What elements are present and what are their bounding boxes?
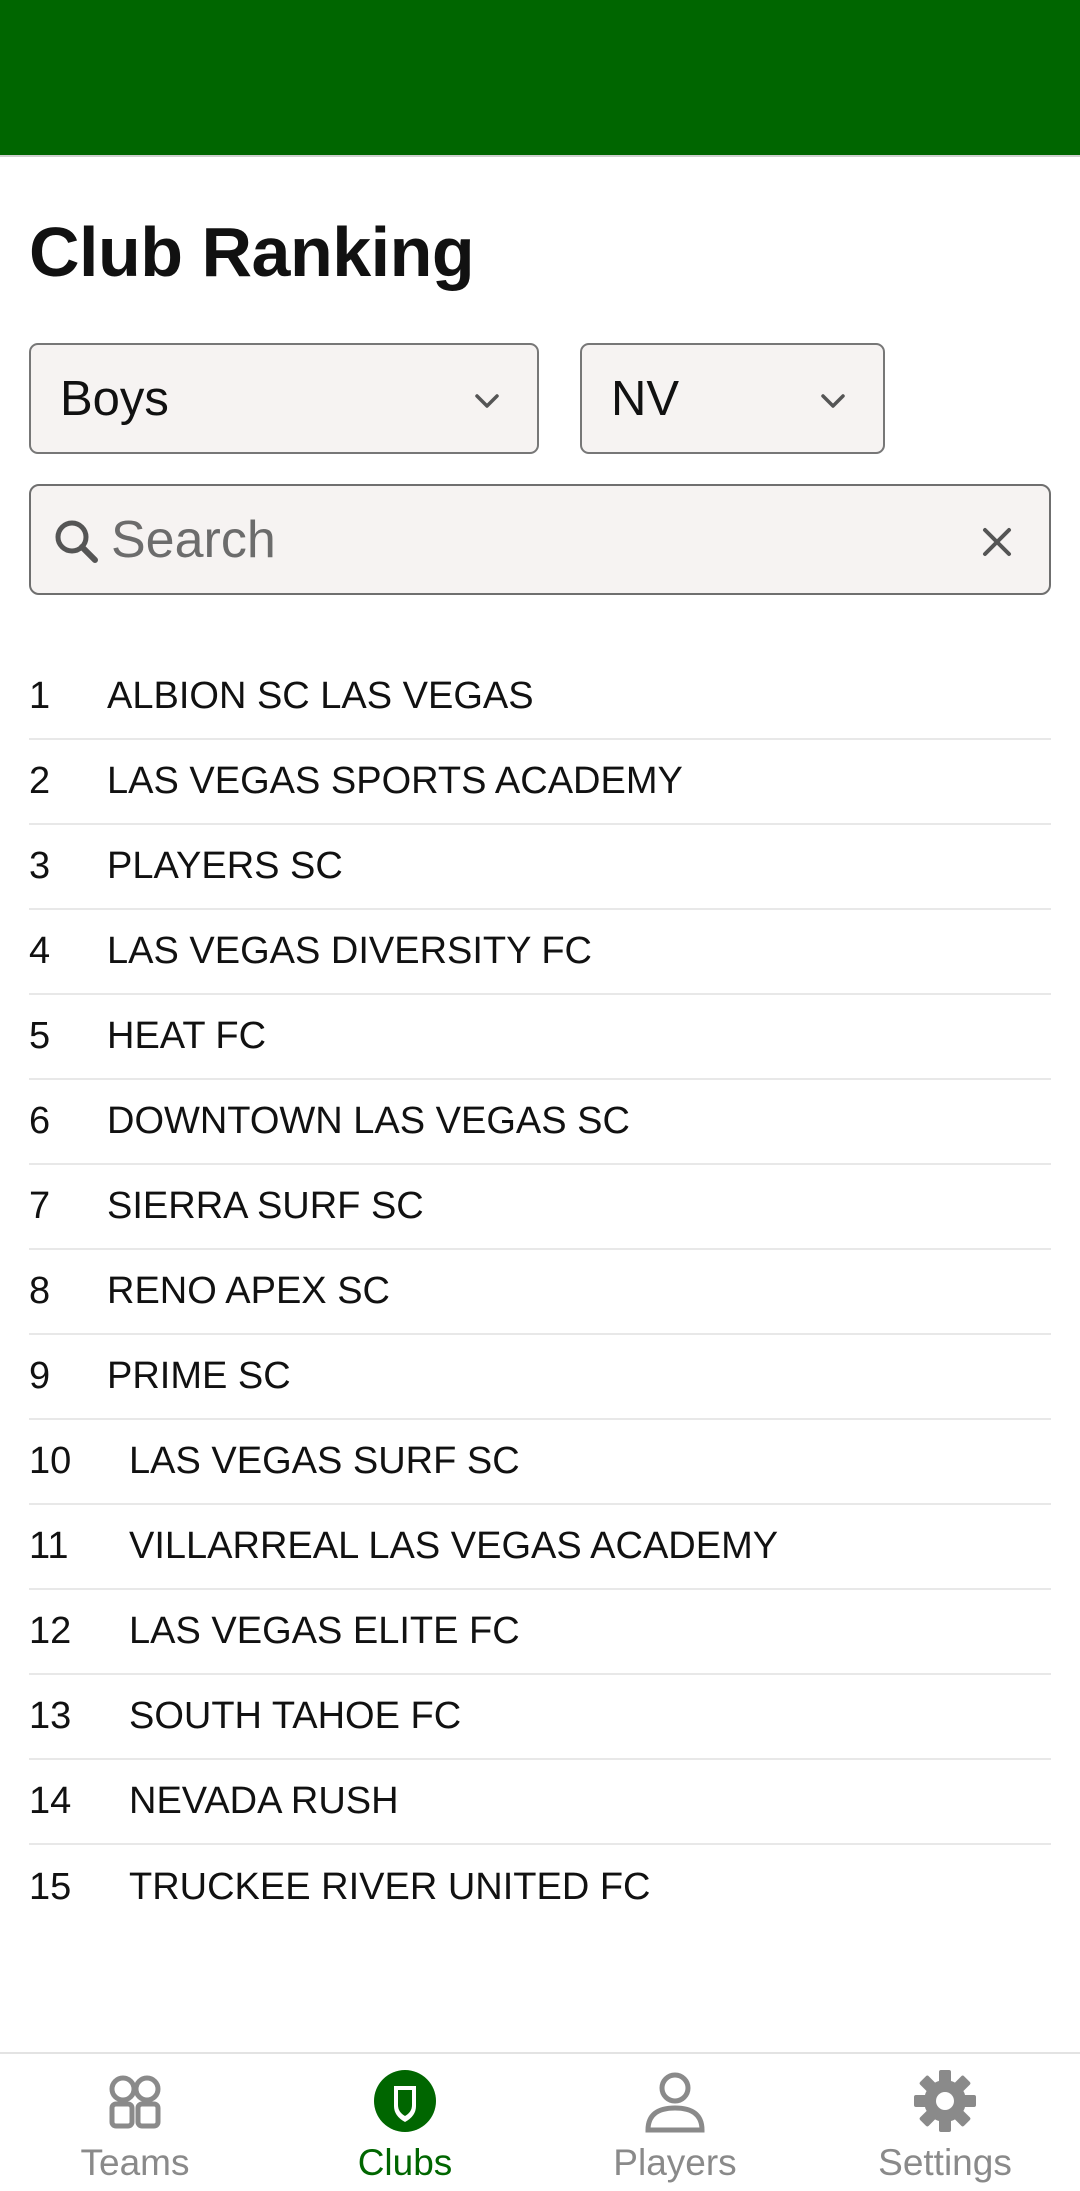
club-name: ALBION SC LAS VEGAS bbox=[107, 675, 534, 717]
rank-number: 6 bbox=[29, 1100, 51, 1142]
ranking-row[interactable]: 11 VILLARREAL LAS VEGAS ACADEMY bbox=[29, 1505, 1051, 1590]
club-name: LAS VEGAS DIVERSITY FC bbox=[107, 930, 593, 972]
state-select-value: NV bbox=[611, 371, 680, 426]
rank-number: 12 bbox=[29, 1610, 72, 1652]
club-name: HEAT FC bbox=[107, 1015, 267, 1057]
teams-icon bbox=[109, 2075, 161, 2129]
state-select[interactable]: NV bbox=[580, 343, 885, 454]
rank-number: 3 bbox=[29, 845, 51, 887]
rank-number: 10 bbox=[29, 1440, 72, 1482]
nav-label-teams: Teams bbox=[80, 2142, 190, 2183]
club-name: LAS VEGAS SPORTS ACADEMY bbox=[107, 760, 683, 802]
ranking-row[interactable]: 10 LAS VEGAS SURF SC bbox=[29, 1420, 1051, 1505]
rank-number: 8 bbox=[29, 1270, 51, 1312]
rank-number: 14 bbox=[29, 1780, 72, 1822]
club-name: SOUTH TAHOE FC bbox=[129, 1695, 462, 1737]
rank-number: 1 bbox=[29, 675, 51, 717]
club-name: SIERRA SURF SC bbox=[107, 1185, 424, 1227]
ranking-row[interactable]: 12 LAS VEGAS ELITE FC bbox=[29, 1590, 1051, 1675]
ranking-row[interactable]: 1 ALBION SC LAS VEGAS bbox=[29, 655, 1051, 740]
player-icon bbox=[645, 2072, 705, 2133]
rank-number: 11 bbox=[29, 1525, 69, 1567]
nav-label-clubs: Clubs bbox=[357, 2142, 453, 2183]
nav-tab-players[interactable]: Players bbox=[540, 2054, 810, 2191]
rank-number: 5 bbox=[29, 1015, 51, 1057]
nav-label-settings: Settings bbox=[878, 2142, 1012, 2183]
ranking-row[interactable]: 15 TRUCKEE RIVER UNITED FC bbox=[29, 1845, 1051, 1930]
close-icon[interactable] bbox=[977, 522, 1017, 562]
ranking-row[interactable]: 6 DOWNTOWN LAS VEGAS SC bbox=[29, 1080, 1051, 1165]
club-name: DOWNTOWN LAS VEGAS SC bbox=[107, 1100, 630, 1142]
club-name: LAS VEGAS ELITE FC bbox=[129, 1610, 520, 1652]
ranking-row[interactable]: 4 LAS VEGAS DIVERSITY FC bbox=[29, 910, 1051, 995]
rank-number: 9 bbox=[29, 1355, 51, 1397]
ranking-row[interactable]: 2 LAS VEGAS SPORTS ACADEMY bbox=[29, 740, 1051, 825]
gear-icon bbox=[914, 2070, 976, 2132]
search-input[interactable] bbox=[111, 504, 971, 576]
search-icon bbox=[55, 520, 98, 563]
clubs-shield-icon bbox=[374, 2070, 436, 2132]
rank-number: 13 bbox=[29, 1695, 72, 1737]
club-name: PRIME SC bbox=[107, 1355, 291, 1397]
nav-tab-clubs[interactable]: Clubs bbox=[270, 2054, 540, 2191]
chevron-down-icon bbox=[821, 394, 845, 408]
ranking-row[interactable]: 9 PRIME SC bbox=[29, 1335, 1051, 1420]
club-name: LAS VEGAS SURF SC bbox=[129, 1440, 520, 1482]
gender-select-value: Boys bbox=[60, 371, 169, 426]
page-title: Club Ranking bbox=[29, 213, 475, 291]
app-header-bar bbox=[0, 0, 1080, 157]
rank-number: 7 bbox=[29, 1185, 51, 1227]
rank-number: 2 bbox=[29, 760, 51, 802]
club-name: PLAYERS SC bbox=[107, 845, 343, 887]
ranking-row[interactable]: 14 NEVADA RUSH bbox=[29, 1760, 1051, 1845]
nav-tab-teams[interactable]: Teams bbox=[0, 2054, 270, 2191]
club-name: NEVADA RUSH bbox=[129, 1780, 399, 1822]
nav-tab-settings[interactable]: Settings bbox=[810, 2054, 1080, 2191]
club-name: TRUCKEE RIVER UNITED FC bbox=[129, 1866, 651, 1908]
bottom-navigation: Teams Clubs Players Settings bbox=[0, 2052, 1080, 2191]
chevron-down-icon bbox=[475, 394, 499, 408]
club-name: RENO APEX SC bbox=[107, 1270, 390, 1312]
club-ranking-list: 1 ALBION SC LAS VEGAS 2 LAS VEGAS SPORTS… bbox=[29, 655, 1051, 1930]
ranking-row[interactable]: 7 SIERRA SURF SC bbox=[29, 1165, 1051, 1250]
rank-number: 15 bbox=[29, 1866, 72, 1908]
ranking-row[interactable]: 5 HEAT FC bbox=[29, 995, 1051, 1080]
club-ranking-screen: Club Ranking Boys NV 1 ALBION SC LAS VEG… bbox=[0, 0, 1080, 2191]
search-field[interactable] bbox=[29, 484, 1051, 595]
rank-number: 4 bbox=[29, 930, 51, 972]
ranking-row[interactable]: 3 PLAYERS SC bbox=[29, 825, 1051, 910]
nav-label-players: Players bbox=[613, 2142, 737, 2183]
gender-select[interactable]: Boys bbox=[29, 343, 539, 454]
ranking-row[interactable]: 8 RENO APEX SC bbox=[29, 1250, 1051, 1335]
club-name: VILLARREAL LAS VEGAS ACADEMY bbox=[129, 1525, 779, 1567]
ranking-row[interactable]: 13 SOUTH TAHOE FC bbox=[29, 1675, 1051, 1760]
